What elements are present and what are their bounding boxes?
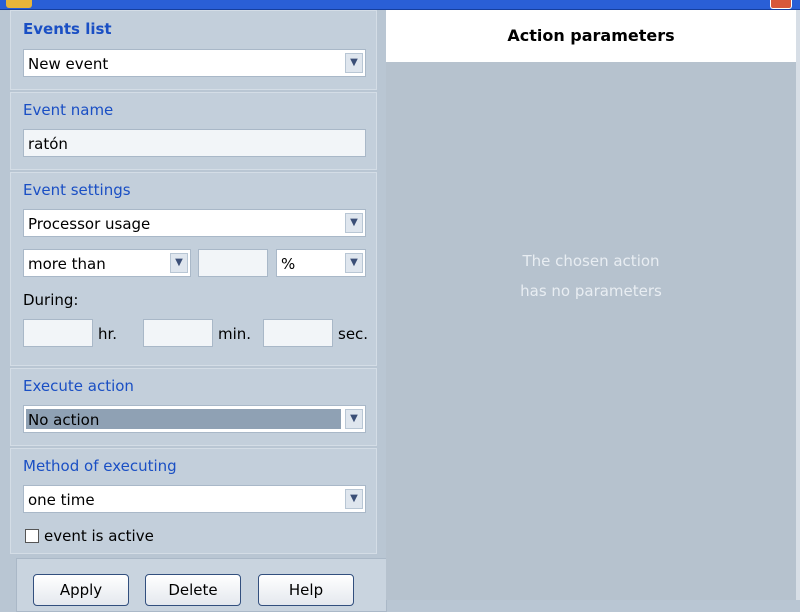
execute-action-value: No action xyxy=(28,411,100,429)
during-label: During: xyxy=(23,291,79,309)
events-list-group: Events list New event ▼ xyxy=(10,10,377,90)
chevron-down-icon[interactable]: ▼ xyxy=(345,409,363,429)
events-list-title: Events list xyxy=(23,20,112,38)
method-group: Method of executing one time ▼ event is … xyxy=(10,448,377,554)
execute-action-select[interactable]: No action ▼ xyxy=(23,405,366,433)
unit-select[interactable]: % ▼ xyxy=(276,249,366,277)
no-parameters-line1: The chosen action xyxy=(522,252,660,270)
events-list-value: New event xyxy=(28,55,109,73)
close-icon[interactable] xyxy=(770,0,792,9)
comparison-value: more than xyxy=(28,255,106,273)
event-active-label: event is active xyxy=(44,527,154,545)
method-title: Method of executing xyxy=(23,457,177,475)
chevron-down-icon[interactable]: ▼ xyxy=(345,253,363,273)
delete-button[interactable]: Delete xyxy=(145,574,241,606)
event-settings-group: Event settings Processor usage ▼ more th… xyxy=(10,172,377,366)
chevron-down-icon[interactable]: ▼ xyxy=(345,489,363,509)
execute-action-title: Execute action xyxy=(23,377,134,395)
seconds-input[interactable] xyxy=(263,319,333,347)
title-bar xyxy=(0,0,800,10)
minutes-label: min. xyxy=(218,325,252,343)
execute-action-group: Execute action No action ▼ xyxy=(10,368,377,446)
event-name-title: Event name xyxy=(23,101,114,119)
minutes-input[interactable] xyxy=(143,319,213,347)
event-name-input[interactable]: ratón xyxy=(23,129,366,157)
threshold-input[interactable] xyxy=(198,249,268,277)
no-parameters-line2: has no parameters xyxy=(520,282,662,300)
event-name-value: ratón xyxy=(28,135,68,153)
left-panel: Events list New event ▼ Event name ratón… xyxy=(10,10,387,612)
event-type-select[interactable]: Processor usage ▼ xyxy=(23,209,366,237)
method-select[interactable]: one time ▼ xyxy=(23,485,366,513)
chevron-down-icon[interactable]: ▼ xyxy=(345,53,363,73)
seconds-label: sec. xyxy=(338,325,369,343)
chevron-down-icon[interactable]: ▼ xyxy=(170,253,188,273)
comparison-select[interactable]: more than ▼ xyxy=(23,249,191,277)
method-value: one time xyxy=(28,491,95,509)
action-parameters-title: Action parameters xyxy=(386,10,796,62)
button-bar: Apply Delete Help xyxy=(16,558,387,612)
hours-input[interactable] xyxy=(23,319,93,347)
event-active-checkbox[interactable] xyxy=(25,529,39,543)
events-list-select[interactable]: New event ▼ xyxy=(23,49,366,77)
unit-value: % xyxy=(281,255,296,273)
hours-label: hr. xyxy=(98,325,118,343)
action-parameters-panel: Action parameters The chosen action has … xyxy=(386,10,796,600)
window-border xyxy=(796,10,800,600)
event-type-value: Processor usage xyxy=(28,215,151,233)
app-icon xyxy=(6,0,32,8)
event-name-group: Event name ratón xyxy=(10,92,377,170)
apply-button[interactable]: Apply xyxy=(33,574,129,606)
chevron-down-icon[interactable]: ▼ xyxy=(345,213,363,233)
help-button[interactable]: Help xyxy=(258,574,354,606)
event-settings-title: Event settings xyxy=(23,181,131,199)
